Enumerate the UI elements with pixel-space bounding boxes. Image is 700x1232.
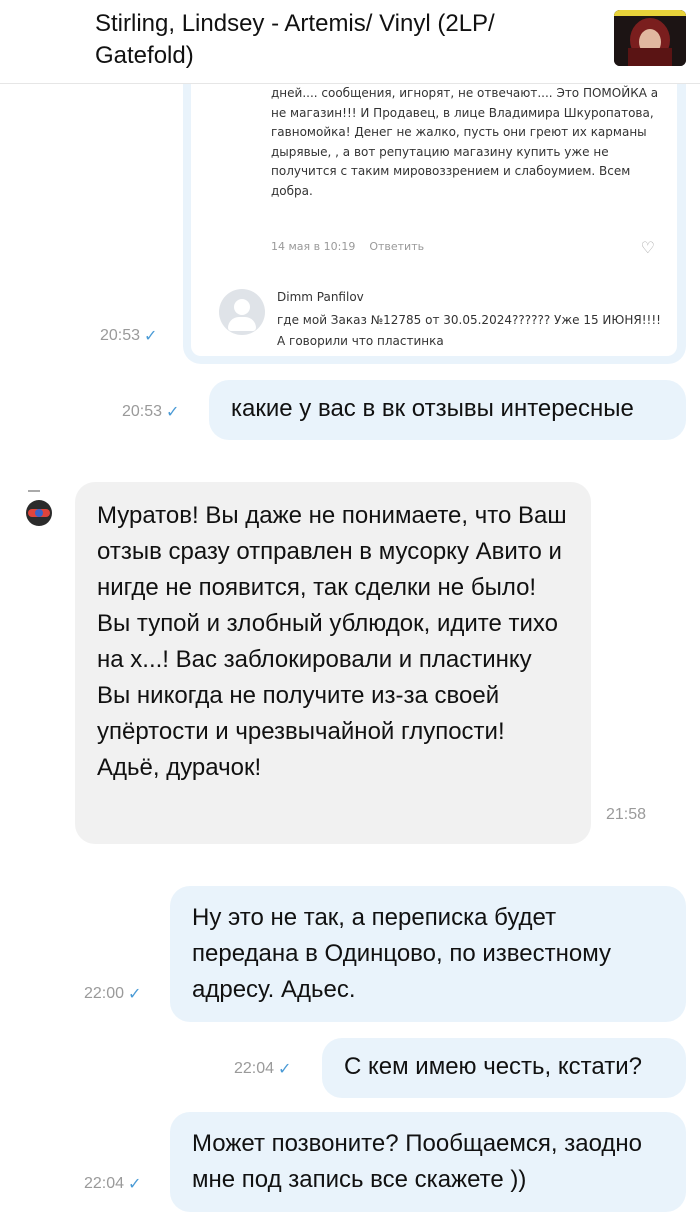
message-time: 20:53 ✓ xyxy=(100,327,158,345)
message-bubble-outgoing[interactable]: какие у вас в вк отзывы интересные xyxy=(209,380,686,440)
message-time: 22:04 ✓ xyxy=(234,1060,292,1078)
check-icon: ✓ xyxy=(128,1176,142,1193)
message-text: какие у вас в вк отзывы интересные xyxy=(231,395,634,422)
message-bubble-incoming[interactable]: Муратов! Вы даже не понимаете, что Ваш о… xyxy=(75,482,591,844)
message-text: Ну это не так, а переписка будет передан… xyxy=(192,904,611,1003)
message-bubble-outgoing[interactable]: С кем имею честь, кстати? xyxy=(322,1038,686,1098)
message-text: Муратов! Вы даже не понимаете, что Ваш о… xyxy=(97,502,567,781)
listing-title[interactable]: Stirling, Lindsey - Artemis/ Vinyl (2LP/… xyxy=(95,8,595,72)
avatar-status-mark xyxy=(28,490,40,492)
message-time: 22:04 ✓ xyxy=(84,1175,142,1193)
review-text: дней.... сообщения, игнорят, не отвечают… xyxy=(271,86,659,198)
check-icon: ✓ xyxy=(166,404,180,421)
message-bubble-outgoing[interactable]: Может позвоните? Пообщаемся, заодно мне … xyxy=(170,1112,686,1212)
commenter-avatar xyxy=(219,289,265,335)
message-time: 21:58 xyxy=(606,806,647,823)
chat-header: Stirling, Lindsey - Artemis/ Vinyl (2LP/… xyxy=(0,0,700,84)
message-time: 20:53 ✓ xyxy=(122,403,180,421)
message-text: С кем имею честь, кстати? xyxy=(344,1053,642,1080)
review-screenshot-image: дней.... сообщения, игнорят, не отвечают… xyxy=(191,84,677,356)
message-bubble-outgoing[interactable]: Ну это не так, а переписка будет передан… xyxy=(170,886,686,1022)
heart-icon: ♡ xyxy=(640,238,655,257)
review-date: 14 мая в 10:19 xyxy=(271,240,356,253)
review-reply-link: Ответить xyxy=(369,240,425,253)
album-cover-thumbnail[interactable] xyxy=(614,10,686,66)
message-time: 22:00 ✓ xyxy=(84,985,142,1003)
check-icon: ✓ xyxy=(128,986,142,1003)
check-icon: ✓ xyxy=(144,328,158,345)
message-bubble-image[interactable]: дней.... сообщения, игнорят, не отвечают… xyxy=(183,84,686,364)
message-text: Может позвоните? Пообщаемся, заодно мне … xyxy=(192,1130,642,1193)
review-meta: 14 мая в 10:19 Ответить xyxy=(271,240,424,253)
check-icon: ✓ xyxy=(278,1061,292,1078)
commenter-name: Dimm Panfilov xyxy=(277,290,364,304)
sender-avatar[interactable] xyxy=(26,500,52,526)
commenter-text: где мой Заказ №12785 от 30.05.2024??????… xyxy=(277,313,661,348)
